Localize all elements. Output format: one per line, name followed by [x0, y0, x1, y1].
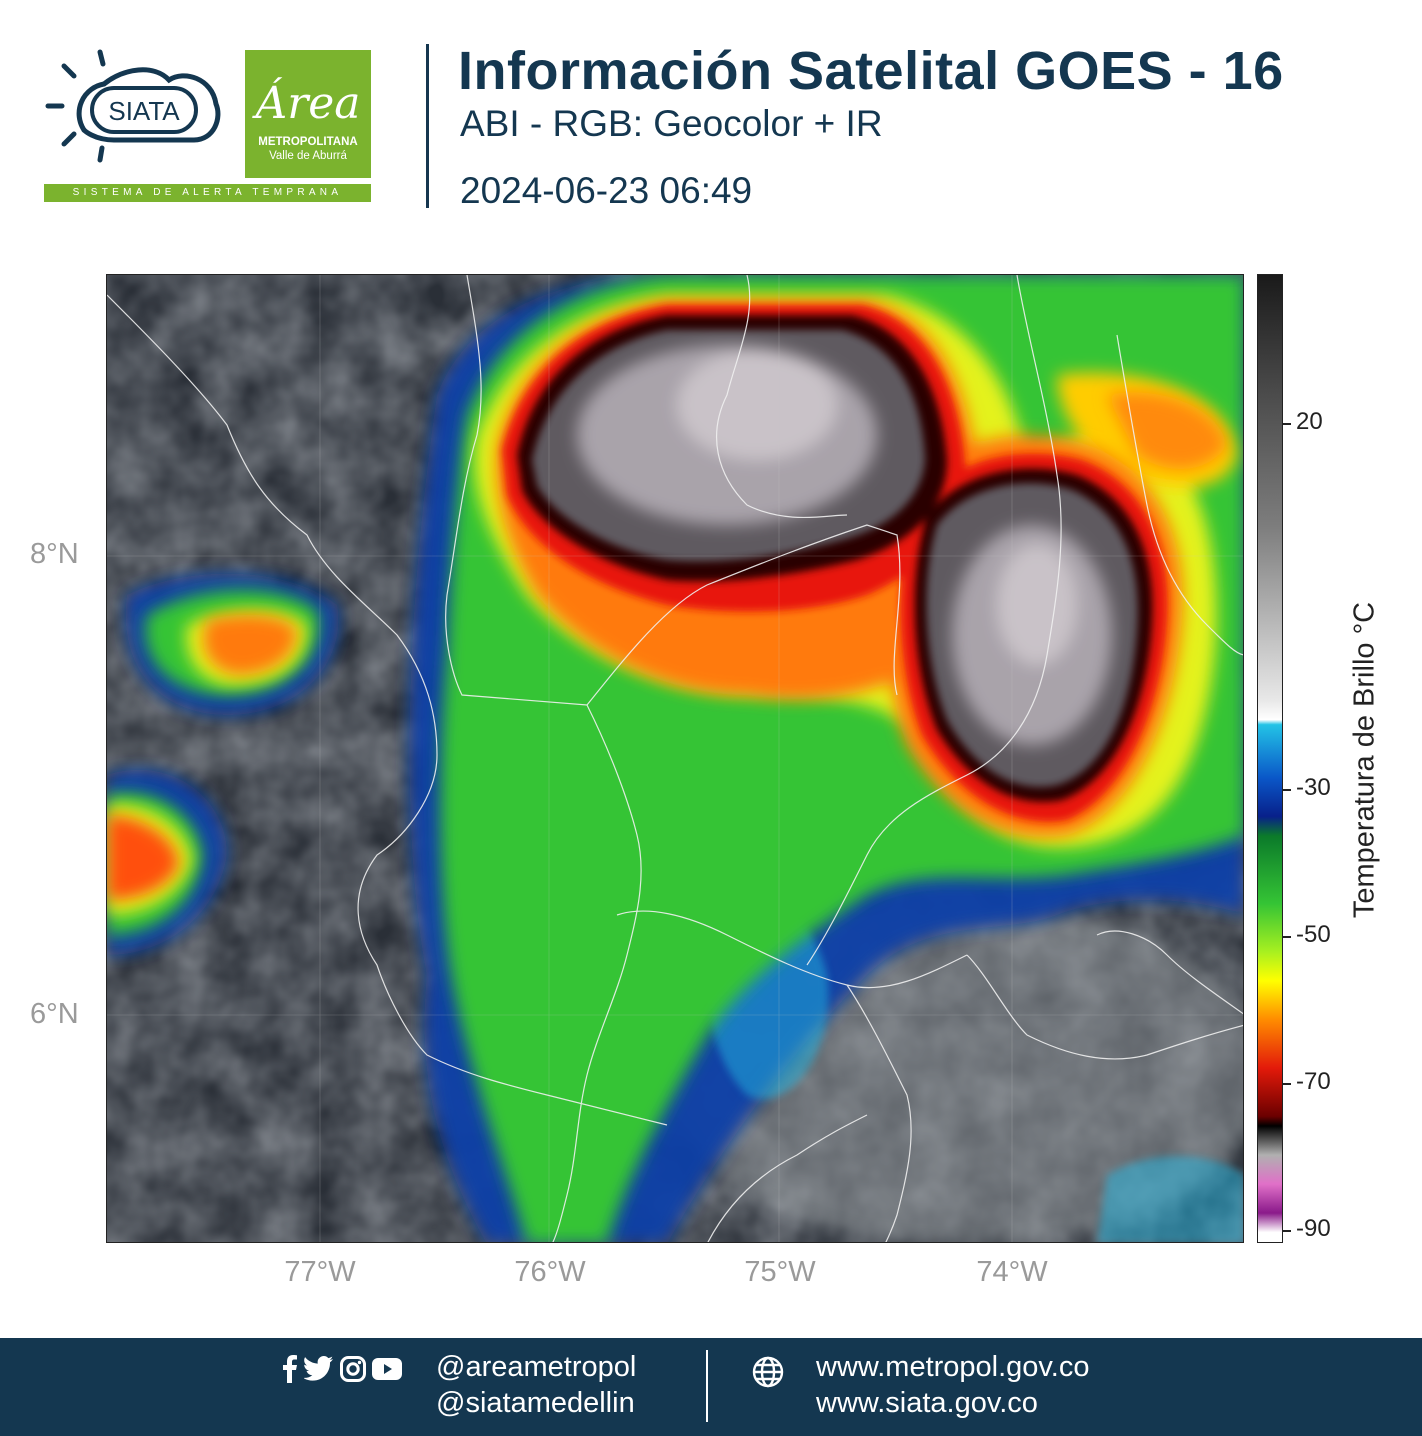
siata-logo: SIATA [45, 49, 221, 163]
siata-tagline: SISTEMA DE ALERTA TEMPRANA [44, 184, 371, 202]
footer [0, 1338, 1422, 1436]
area-logo-script: Área [255, 78, 361, 129]
youtube-icon[interactable] [372, 1358, 402, 1384]
area-logo-line1: METROPOLITANA [258, 136, 358, 148]
lon-label-75w: 75°W [744, 1256, 816, 1288]
colorbar-label-minus30: -30 [1296, 774, 1331, 801]
url-metropol[interactable]: www.metropol.gov.co [816, 1351, 1089, 1384]
page-subtitle: ABI - RGB: Geocolor + IR [460, 103, 883, 144]
globe-icon [752, 1356, 784, 1392]
lon-label-74w: 74°W [976, 1256, 1048, 1288]
twitter-icon[interactable] [303, 1356, 334, 1386]
area-metropolitana-logo: Área METROPOLITANA Valle de Aburrá [245, 50, 371, 178]
instagram-icon[interactable] [340, 1356, 366, 1386]
lon-label-77w: 77°W [284, 1256, 356, 1288]
colorbar-tick [1283, 936, 1291, 938]
handle-areametropol[interactable]: @areametropol [436, 1351, 636, 1384]
lon-label-76w: 76°W [514, 1256, 586, 1288]
satellite-image [107, 275, 1243, 1242]
satellite-map [106, 274, 1244, 1243]
footer-divider [706, 1350, 708, 1422]
page-title: Información Satelital GOES - 16 [458, 41, 1284, 101]
colorbar-tick [1283, 1230, 1291, 1232]
colorbar-label-minus50: -50 [1296, 921, 1331, 948]
colorbar-label-minus70: -70 [1296, 1068, 1331, 1095]
handle-siatamedellin[interactable]: @siatamedellin [436, 1387, 635, 1420]
colorbar-tick [1283, 1083, 1291, 1085]
colorbar-tick [1283, 423, 1291, 425]
siata-logo-text: SIATA [108, 96, 180, 126]
facebook-icon[interactable] [282, 1355, 298, 1387]
url-siata[interactable]: www.siata.gov.co [816, 1387, 1038, 1420]
colorbar [1257, 274, 1283, 1243]
colorbar-tick [1283, 789, 1291, 791]
colorbar-label-minus90: -90 [1296, 1215, 1331, 1242]
lat-label-6n: 6°N [30, 998, 79, 1030]
header-divider [426, 44, 429, 208]
header: SIATA Área METROPOLITANA Valle de Aburrá… [0, 0, 1422, 240]
social-icons [282, 1355, 402, 1387]
lat-label-8n: 8°N [30, 538, 79, 570]
colorbar-title: Temperatura de Brillo °C [1348, 601, 1381, 919]
area-logo-line2: Valle de Aburrá [269, 150, 347, 162]
image-datetime: 2024-06-23 06:49 [460, 170, 753, 211]
colorbar-label-20: 20 [1296, 408, 1323, 435]
